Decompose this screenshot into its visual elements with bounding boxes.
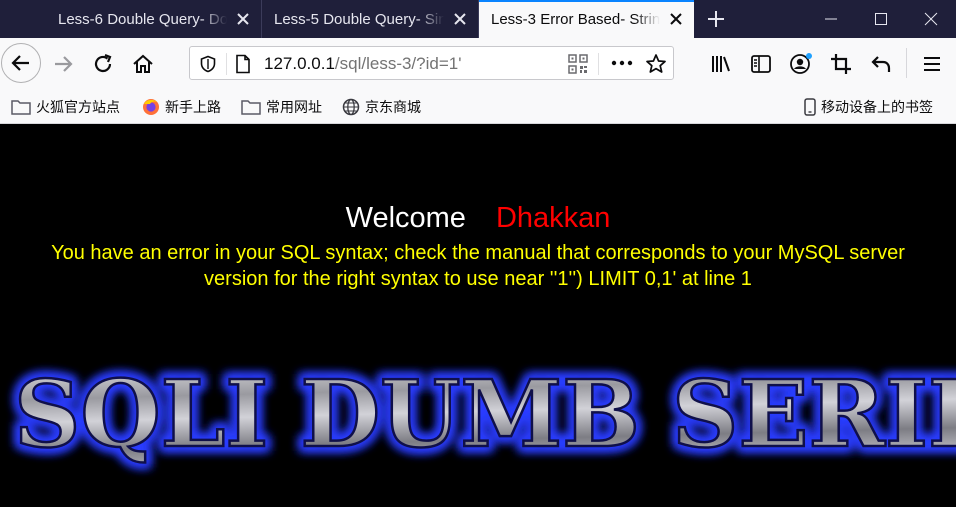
maximize-icon xyxy=(875,13,887,25)
close-icon[interactable] xyxy=(668,11,684,27)
hamburger-menu-icon xyxy=(924,57,940,71)
library-button[interactable] xyxy=(709,52,733,76)
url-path: /sql/less-3/?id=1' xyxy=(334,54,462,73)
tab-less-6[interactable]: Less-6 Double Query- Double Quotes- Stri… xyxy=(46,0,262,38)
bookmark-label: 新手上路 xyxy=(165,99,221,115)
star-icon[interactable] xyxy=(645,53,667,75)
bookmarks-toolbar: 火狐官方站点 新手上路 常用网址 京东商城 移动设备上的书签 xyxy=(0,90,956,124)
sidebar-icon xyxy=(751,55,771,73)
page-icon[interactable] xyxy=(234,54,252,74)
arrow-right-icon xyxy=(55,56,73,72)
minimize-icon xyxy=(825,18,837,20)
account-icon xyxy=(790,53,812,74)
screenshot-button[interactable] xyxy=(829,52,853,76)
urlbar-divider xyxy=(226,53,227,75)
reload-button[interactable] xyxy=(91,52,115,76)
window-controls xyxy=(806,0,956,38)
bookmark-mobile[interactable]: 移动设备上的书签 xyxy=(804,96,933,118)
reload-icon xyxy=(94,53,112,73)
folder-icon xyxy=(241,100,261,115)
library-icon xyxy=(712,56,730,72)
home-icon xyxy=(133,54,153,73)
sqli-dumb-series-banner: SQLI DUMB SERIES SQLI DUMB SERIES xyxy=(9,355,956,473)
welcome-text: Welcome xyxy=(345,202,466,234)
firefox-icon xyxy=(143,99,159,115)
close-icon[interactable] xyxy=(235,11,251,27)
sql-error-message: You have an error in your SQL syntax; ch… xyxy=(0,240,956,292)
shield-icon[interactable] xyxy=(199,55,217,73)
welcome-line: Welcome Dhakkan xyxy=(0,202,956,235)
minimize-button[interactable] xyxy=(806,0,856,38)
bookmark-common-sites[interactable]: 常用网址 xyxy=(241,96,322,118)
close-icon[interactable] xyxy=(452,11,468,27)
undo-button[interactable] xyxy=(869,52,893,76)
arrow-left-icon xyxy=(11,55,29,71)
forward-button[interactable] xyxy=(51,52,75,76)
undo-icon xyxy=(871,56,891,72)
maximize-button[interactable] xyxy=(856,0,906,38)
tab-less-3[interactable]: Less-3 Error Based- String (with Twist) xyxy=(479,0,694,38)
tab-strip-spacer xyxy=(0,0,46,38)
bookmark-label: 火狐官方站点 xyxy=(36,99,120,115)
back-button[interactable] xyxy=(1,43,41,83)
sql-error-line-2: version for the right syntax to use near… xyxy=(204,268,752,290)
banner-text: SQLI DUMB SERIES xyxy=(14,360,956,468)
urlbar-divider xyxy=(598,53,599,75)
folder-icon xyxy=(11,100,31,115)
tab-strip: Less-6 Double Query- Double Quotes- Stri… xyxy=(0,0,956,38)
page-content: Welcome Dhakkan You have an error in your… xyxy=(0,124,956,507)
close-window-button[interactable] xyxy=(906,0,956,38)
toolbar-divider xyxy=(906,48,907,78)
sql-error-line-1: You have an error in your SQL syntax; ch… xyxy=(51,242,905,264)
home-button[interactable] xyxy=(131,52,155,76)
bookmark-firefox-official[interactable]: 火狐官方站点 xyxy=(11,96,120,118)
mobile-icon xyxy=(804,98,816,116)
new-tab-button[interactable] xyxy=(694,0,738,38)
bookmark-getting-started[interactable]: 新手上路 xyxy=(142,96,221,118)
url-bar[interactable]: 127.0.0.1/sql/less-3/?id=1' xyxy=(189,46,674,80)
navigation-toolbar: 127.0.0.1/sql/less-3/?id=1' xyxy=(0,38,956,90)
tab-title: Less-5 Double Query- Single Quotes- Stri… xyxy=(274,10,444,28)
bookmark-label: 常用网址 xyxy=(266,99,322,115)
crop-icon xyxy=(831,54,851,74)
url-text[interactable]: 127.0.0.1/sql/less-3/?id=1' xyxy=(264,54,461,74)
url-host: 127.0.0.1 xyxy=(264,54,335,73)
close-window-icon xyxy=(924,12,938,26)
qr-code-icon[interactable] xyxy=(568,54,588,74)
sidebar-button[interactable] xyxy=(749,52,773,76)
globe-icon xyxy=(342,98,360,116)
bookmark-label: 京东商城 xyxy=(365,99,421,115)
more-actions-icon[interactable] xyxy=(611,60,633,66)
tab-less-5[interactable]: Less-5 Double Query- Single Quotes- Stri… xyxy=(262,0,479,38)
menu-button[interactable] xyxy=(920,52,944,76)
tab-title: Less-3 Error Based- String (with Twist) xyxy=(491,10,660,28)
tab-title: Less-6 Double Query- Double Quotes- Stri… xyxy=(58,10,227,28)
account-button[interactable] xyxy=(789,52,813,76)
bookmark-jd[interactable]: 京东商城 xyxy=(342,96,421,118)
user-name: Dhakkan xyxy=(495,202,611,234)
bookmark-label: 移动设备上的书签 xyxy=(821,99,933,115)
plus-icon xyxy=(708,11,724,27)
